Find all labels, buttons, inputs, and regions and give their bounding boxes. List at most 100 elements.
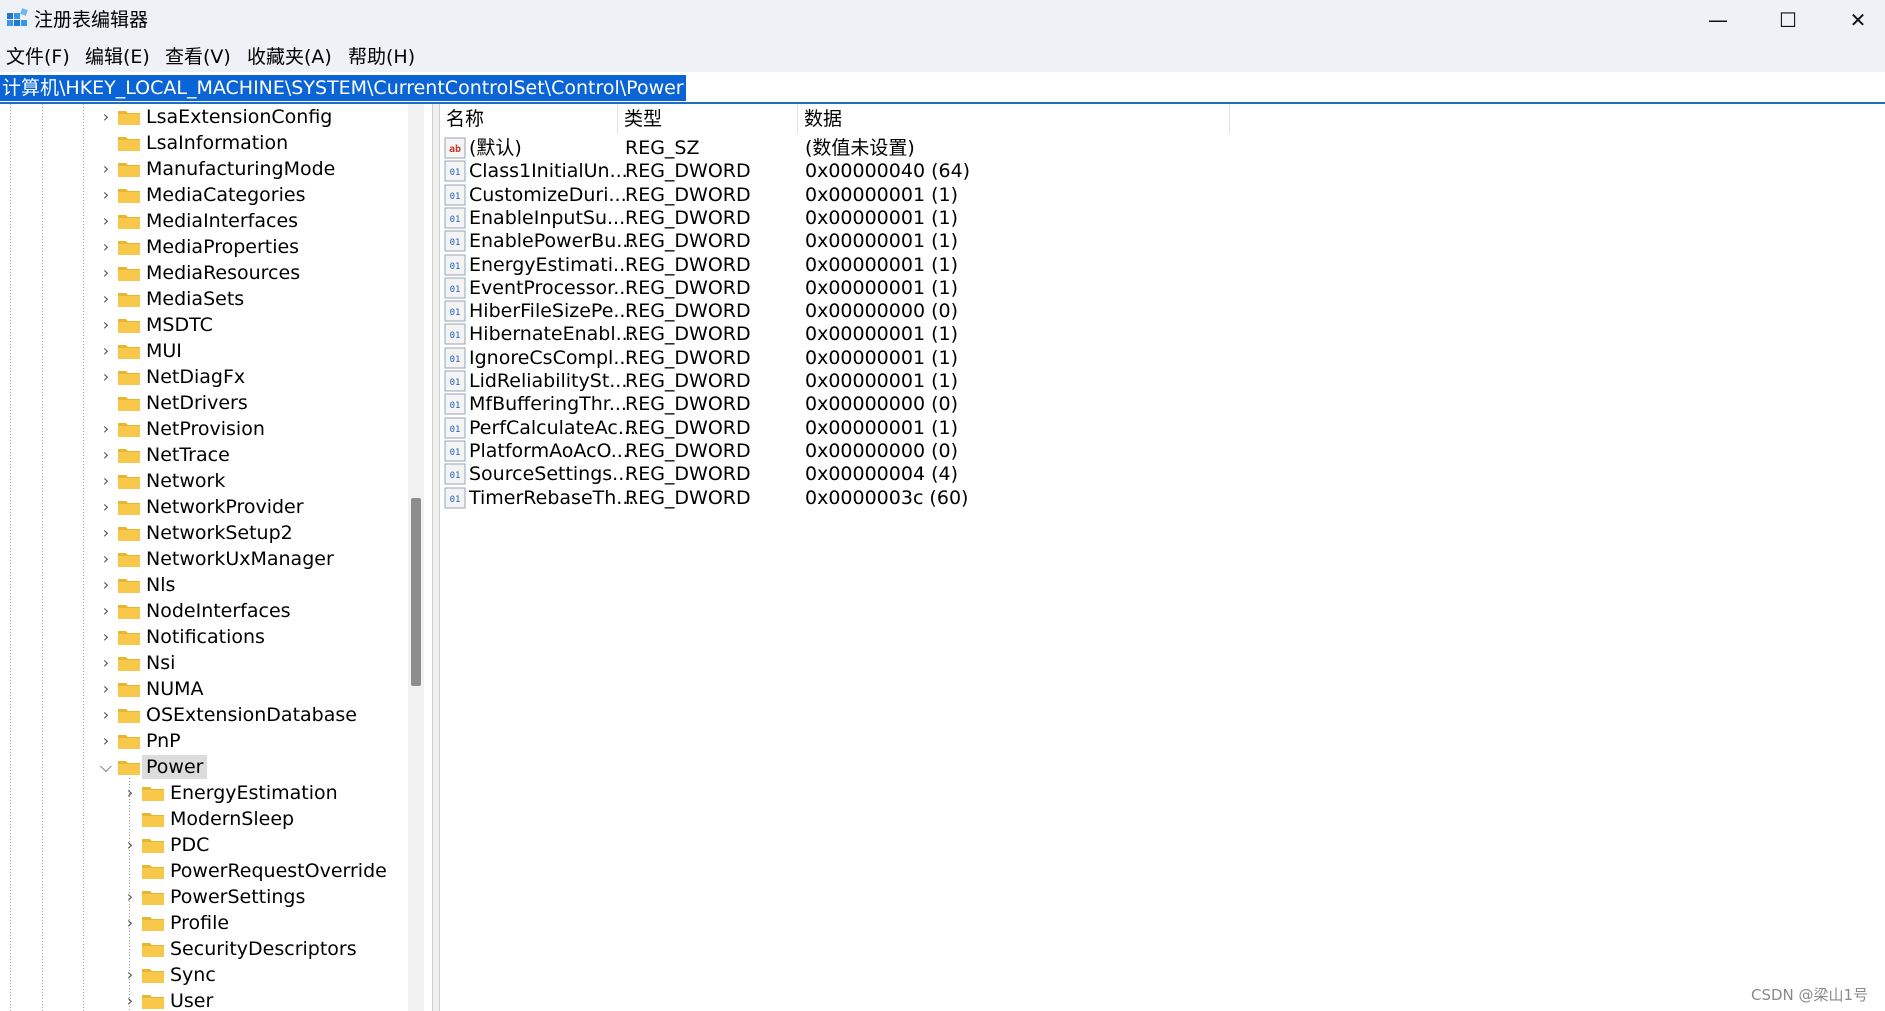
chevron-right-icon[interactable]: ›: [98, 338, 114, 364]
folder-icon: [118, 111, 140, 125]
tree-item-securitydescriptors[interactable]: SecurityDescriptors: [122, 936, 420, 962]
tree-item-lsaextensionconfig[interactable]: › LsaExtensionConfig: [98, 104, 420, 130]
menu-file[interactable]: 文件(F): [6, 45, 70, 69]
svg-text:01: 01: [450, 238, 461, 248]
tree-item-netprovision[interactable]: › NetProvision: [98, 416, 420, 442]
tree-item-networksetup2[interactable]: › NetworkSetup2: [98, 520, 420, 546]
value-type: REG_DWORD: [625, 230, 751, 252]
chevron-right-icon[interactable]: ›: [98, 182, 114, 208]
chevron-right-icon[interactable]: ›: [122, 780, 138, 806]
svg-text:01: 01: [450, 285, 461, 295]
tree-item-user[interactable]: › User: [122, 988, 420, 1011]
tree-item-manufacturingmode[interactable]: › ManufacturingMode: [98, 156, 420, 182]
column-header-data[interactable]: 数据: [798, 104, 1230, 134]
chevron-right-icon[interactable]: ›: [98, 572, 114, 598]
value-type: REG_DWORD: [625, 323, 751, 345]
chevron-right-icon[interactable]: ›: [98, 546, 114, 572]
tree-item-sync[interactable]: › Sync: [122, 962, 420, 988]
chevron-right-icon[interactable]: ›: [98, 442, 114, 468]
chevron-right-icon[interactable]: ›: [98, 364, 114, 390]
tree-item-mediaproperties[interactable]: › MediaProperties: [98, 234, 420, 260]
close-button[interactable]: ✕: [1823, 0, 1885, 40]
chevron-right-icon[interactable]: ›: [98, 676, 114, 702]
chevron-right-icon[interactable]: ›: [98, 416, 114, 442]
chevron-right-icon[interactable]: ›: [98, 286, 114, 312]
chevron-right-icon[interactable]: ›: [122, 988, 138, 1011]
chevron-right-icon[interactable]: ›: [98, 598, 114, 624]
chevron-right-icon[interactable]: ›: [122, 884, 138, 910]
chevron-right-icon[interactable]: ›: [98, 650, 114, 676]
tree-item-mui[interactable]: › MUI: [98, 338, 420, 364]
chevron-right-icon[interactable]: ›: [98, 624, 114, 650]
maximize-button[interactable]: ☐: [1753, 0, 1823, 40]
minimize-button[interactable]: —: [1683, 0, 1753, 40]
tree-item-label: NodeInterfaces: [146, 600, 291, 622]
column-header-name[interactable]: 名称: [440, 104, 618, 134]
tree-item-networkprovider[interactable]: › NetworkProvider: [98, 494, 420, 520]
tree-item-powerrequestoverride[interactable]: PowerRequestOverride: [122, 858, 420, 884]
address-bar[interactable]: 计算机\HKEY_LOCAL_MACHINE\SYSTEM\CurrentCon…: [0, 74, 1885, 104]
chevron-right-icon[interactable]: ›: [98, 494, 114, 520]
chevron-right-icon[interactable]: ›: [98, 104, 114, 130]
values-list[interactable]: 名称 类型 数据 ab (默认) REG_SZ (数值未设置) 01 Class1Init…: [440, 104, 1885, 1011]
tree-item-mediacategories[interactable]: › MediaCategories: [98, 182, 420, 208]
tree-item-label: NetDrivers: [146, 392, 248, 414]
tree-item-nettrace[interactable]: › NetTrace: [98, 442, 420, 468]
tree-item-network[interactable]: › Network: [98, 468, 420, 494]
column-header-type[interactable]: 类型: [618, 104, 798, 134]
chevron-right-icon[interactable]: ›: [122, 832, 138, 858]
chevron-right-icon[interactable]: ›: [98, 260, 114, 286]
tree-item-mediainterfaces[interactable]: › MediaInterfaces: [98, 208, 420, 234]
folder-icon: [118, 501, 140, 515]
value-row[interactable]: 01 TimerRebaseTh... REG_DWORD 0x0000003c (6…: [440, 484, 1440, 512]
chevron-right-icon[interactable]: ›: [122, 962, 138, 988]
folder-icon: [142, 891, 164, 905]
tree-item-netdrivers[interactable]: NetDrivers: [98, 390, 420, 416]
tree-item-numa[interactable]: › NUMA: [98, 676, 420, 702]
chevron-right-icon[interactable]: ›: [98, 312, 114, 338]
address-path[interactable]: 计算机\HKEY_LOCAL_MACHINE\SYSTEM\CurrentCon…: [0, 75, 686, 101]
menu-view[interactable]: 查看(V): [165, 45, 231, 69]
tree-item-label: PowerSettings: [170, 886, 306, 908]
tree-item-lsainformation[interactable]: LsaInformation: [98, 130, 420, 156]
tree-item-pnp[interactable]: › PnP: [98, 728, 420, 754]
chevron-right-icon[interactable]: ›: [98, 520, 114, 546]
tree-item-label: LsaExtensionConfig: [146, 106, 333, 128]
tree-item-label: OSExtensionDatabase: [146, 704, 357, 726]
tree-item-mediasets[interactable]: › MediaSets: [98, 286, 420, 312]
chevron-right-icon[interactable]: ›: [98, 234, 114, 260]
tree-item-energyestimation[interactable]: › EnergyEstimation: [122, 780, 420, 806]
chevron-right-icon[interactable]: ›: [98, 702, 114, 728]
chevron-right-icon[interactable]: ›: [98, 468, 114, 494]
tree-item-nodeinterfaces[interactable]: › NodeInterfaces: [98, 598, 420, 624]
binary-value-icon: 01: [444, 463, 466, 485]
tree-item-notifications[interactable]: › Notifications: [98, 624, 420, 650]
pane-splitter[interactable]: [432, 104, 440, 1011]
tree-item-label: Power: [142, 755, 208, 779]
menu-edit[interactable]: 编辑(E): [85, 45, 150, 69]
tree-scrollbar-thumb[interactable]: [411, 498, 421, 686]
tree-item-mediaresources[interactable]: › MediaResources: [98, 260, 420, 286]
chevron-right-icon[interactable]: ›: [98, 156, 114, 182]
tree-item-networkuxmanager[interactable]: › NetworkUxManager: [98, 546, 420, 572]
tree-item-pdc[interactable]: › PDC: [122, 832, 420, 858]
key-tree[interactable]: › LsaExtensionConfig LsaInformation › Manufa…: [0, 104, 426, 1011]
chevron-down-icon[interactable]: ⌵: [98, 754, 114, 780]
tree-item-powersettings[interactable]: › PowerSettings: [122, 884, 420, 910]
tree-item-power[interactable]: ⌵ Power: [98, 754, 420, 780]
tree-item-msdtc[interactable]: › MSDTC: [98, 312, 420, 338]
folder-icon: [118, 735, 140, 749]
tree-item-nsi[interactable]: › Nsi: [98, 650, 420, 676]
menu-favorites[interactable]: 收藏夹(A): [247, 45, 332, 69]
chevron-right-icon[interactable]: ›: [122, 910, 138, 936]
tree-item-osextensiondatabase[interactable]: › OSExtensionDatabase: [98, 702, 420, 728]
chevron-right-icon[interactable]: ›: [98, 208, 114, 234]
tree-item-label: SecurityDescriptors: [170, 938, 357, 960]
binary-value-icon: 01: [444, 347, 466, 369]
menu-help[interactable]: 帮助(H): [348, 45, 415, 69]
chevron-right-icon[interactable]: ›: [98, 728, 114, 754]
tree-item-profile[interactable]: › Profile: [122, 910, 420, 936]
tree-item-netdiagfx[interactable]: › NetDiagFx: [98, 364, 420, 390]
tree-item-modernsleep[interactable]: ModernSleep: [122, 806, 420, 832]
tree-item-nls[interactable]: › Nls: [98, 572, 420, 598]
